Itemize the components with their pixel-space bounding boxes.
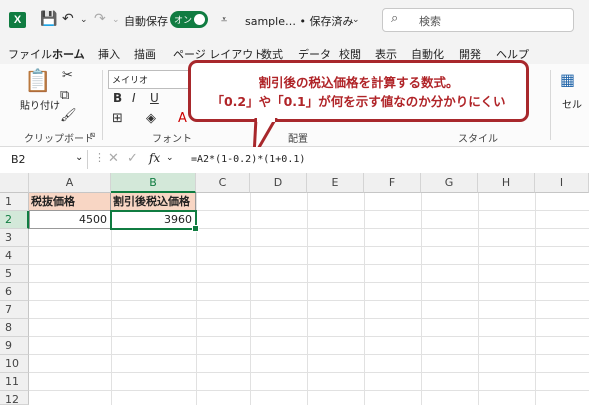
annotation-callout: 割引後の税込価格を計算する数式。 「0.2」や「0.1」が何を示す値なのか分かり… [188,60,529,122]
tab-home[interactable]: ホーム [52,46,85,67]
more-icon[interactable]: ⋮ [94,151,105,164]
row-header-4[interactable]: 4 [0,247,29,265]
row-header-3[interactable]: 3 [0,229,29,247]
redo-dropdown-icon[interactable]: ⌄ [112,15,120,25]
excel-logo-icon [9,12,26,28]
bold-icon[interactable]: B [113,91,122,105]
row-header-12[interactable]: 12 [0,391,29,406]
row-header-1[interactable]: 1 [0,193,29,211]
column-header-a[interactable]: A [29,173,111,193]
cell-a2[interactable]: 4500 [29,211,111,229]
save-icon[interactable]: 💾 [40,11,57,27]
cells-icon[interactable]: ▦ [560,70,575,89]
search-placeholder: 検索 [419,15,441,28]
row-header-7[interactable]: 7 [0,301,29,319]
column-header-g[interactable]: G [421,173,478,193]
font-group-label: フォント [152,134,192,145]
undo-icon[interactable]: ↶ [62,11,74,27]
callout-line-2: 「0.2」や「0.1」が何を示す値なのか分かりにくい [211,94,506,109]
filename-dropdown-icon[interactable]: ⌄ [352,15,360,25]
enter-icon[interactable]: ✓ [127,151,138,166]
fill-color-icon[interactable]: ◈ [146,111,156,126]
row-header-5[interactable]: 5 [0,265,29,283]
row-header-6[interactable]: 6 [0,283,29,301]
styles-group-label: スタイル [458,134,498,145]
row-header-2[interactable]: 2 [0,211,29,229]
paste-icon[interactable]: 📋 [24,69,51,94]
row-header-10[interactable]: 10 [0,355,29,373]
autosave-label: 自動保存 [124,15,168,28]
name-box[interactable]: B2 ⌄ [5,150,88,169]
search-box[interactable]: ⌕ 検索 [382,8,574,32]
alignment-group-label: 配置 [288,134,308,145]
undo-dropdown-icon[interactable]: ⌄ [80,15,88,25]
redo-icon[interactable]: ↷ [94,11,106,27]
cells-label[interactable]: セル [562,96,582,111]
cell-a1[interactable]: 税抜価格 [29,193,111,211]
name-box-dropdown-icon[interactable]: ⌄ [75,152,83,163]
column-header-c[interactable]: C [196,173,250,193]
active-cell-selection[interactable] [110,210,199,232]
borders-icon[interactable]: ⊞ [112,111,123,126]
tab-insert[interactable]: 挿入 [98,46,120,62]
autosave-toggle-label: オン [174,16,193,26]
title-bar: 💾 ↶ ⌄ ↷ ⌄ 自動保存 オン ⩡ sample… • 保存済み ⌄ ⌕ 検… [0,0,589,38]
callout-line-1: 割引後の税込価格を計算する数式。 [258,75,459,90]
underline-icon[interactable]: U [150,91,159,105]
italic-icon[interactable]: I [132,91,136,105]
column-header-f[interactable]: F [364,173,421,193]
cell-b1[interactable]: 割引後税込価格 [111,193,196,211]
font-name-value: メイリオ [112,76,149,86]
formula-input[interactable]: =A2*(1-0.2)*(1+0.1) [191,154,305,165]
row-header-8[interactable]: 8 [0,319,29,337]
cut-icon[interactable]: ✂ [62,68,73,83]
format-painter-icon[interactable]: 🖌 [60,108,77,123]
cancel-icon[interactable]: ✕ [108,151,119,166]
copy-icon[interactable]: ⧉ [60,88,69,103]
column-header-b[interactable]: B [111,173,196,193]
column-header-h[interactable]: H [478,173,535,193]
clipboard-launcher-icon[interactable]: ⧅ [90,130,95,140]
customize-toolbar-icon[interactable]: ⩡ [221,13,227,27]
font-color-icon[interactable]: A [178,111,187,126]
tab-draw[interactable]: 描画 [134,46,156,62]
clipboard-group-label: クリップボード [24,134,94,145]
file-name[interactable]: sample… • 保存済み [245,13,353,29]
name-box-value: B2 [11,153,26,166]
autosave-toggle[interactable]: オン [170,11,208,28]
paste-label[interactable]: 貼り付け [20,97,60,112]
font-name-select[interactable]: メイリオ [108,70,190,89]
column-header-d[interactable]: D [250,173,307,193]
column-header-i[interactable]: I [535,173,589,193]
tab-file[interactable]: ファイル [8,46,52,62]
select-all-corner[interactable] [0,173,29,193]
row-header-11[interactable]: 11 [0,373,29,391]
insert-function-icon[interactable]: fx [149,151,160,165]
column-header-e[interactable]: E [307,173,364,193]
formula-bar: B2 ⌄ ⋮ ✕ ✓ fx ⌄ =A2*(1-0.2)*(1+0.1) [0,147,589,174]
function-dropdown-icon[interactable]: ⌄ [166,153,174,163]
row-header-9[interactable]: 9 [0,337,29,355]
search-icon: ⌕ [391,11,399,26]
